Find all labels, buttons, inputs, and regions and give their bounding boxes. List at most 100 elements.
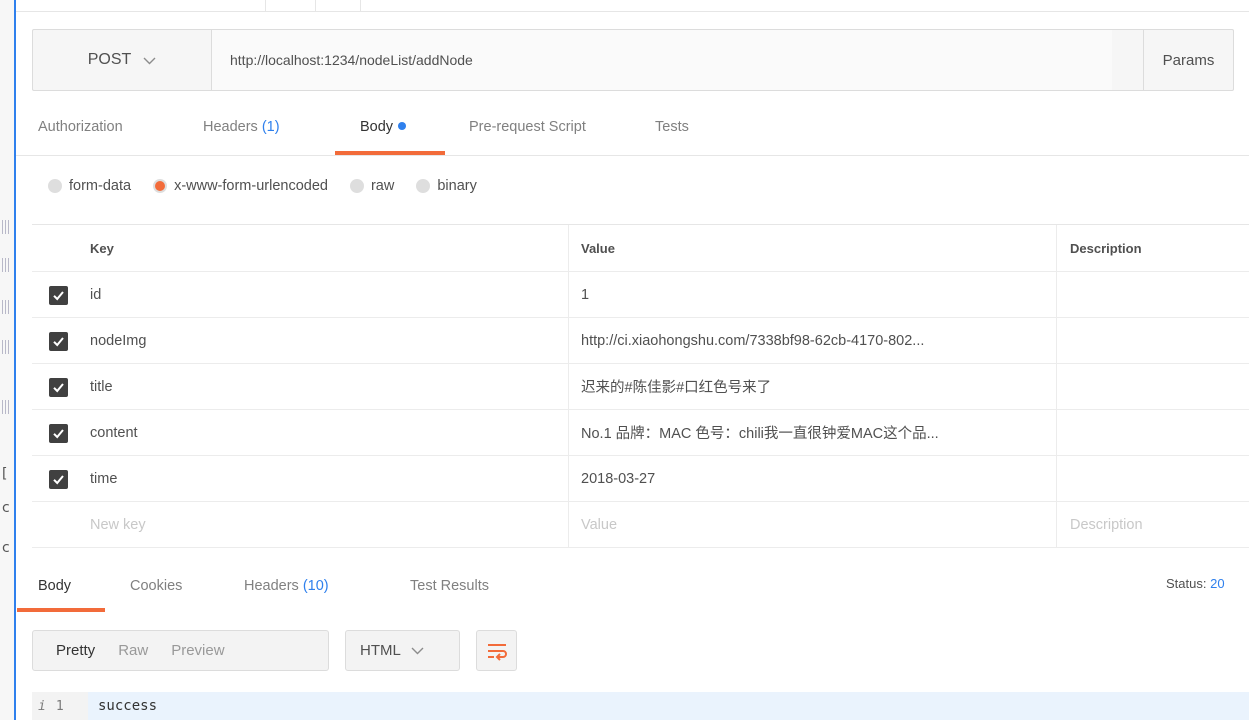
tab-authorization[interactable]: Authorization <box>38 119 123 135</box>
column-divider <box>568 272 569 317</box>
check-icon <box>53 475 64 485</box>
row-description[interactable] <box>1070 272 1249 317</box>
tab-body-label: Body <box>360 119 394 135</box>
column-divider <box>568 456 569 501</box>
table-row: time 2018-03-27 <box>32 456 1249 502</box>
request-url-bar: POST http://localhost:1234/nodeList/addN… <box>32 29 1234 91</box>
top-tab[interactable] <box>266 0 316 12</box>
wrap-lines-button[interactable] <box>476 630 517 671</box>
column-header-value: Value <box>581 240 615 256</box>
params-button[interactable]: Params <box>1143 30 1233 90</box>
method-label: POST <box>87 51 132 68</box>
row-value[interactable]: No.1 品牌：MAC 色号：chili我一直很钟爱MAC这个品... <box>581 410 1057 455</box>
response-code-line[interactable]: success <box>88 692 1249 720</box>
strip-glyph: c <box>2 540 10 556</box>
line-number: 1 <box>55 698 64 714</box>
radio-selected-icon <box>153 179 168 193</box>
wrap-lines-icon <box>487 643 507 661</box>
active-response-tab-indicator <box>17 608 105 612</box>
row-checkbox[interactable] <box>49 378 68 397</box>
strip-mark <box>2 340 10 354</box>
table-header-row: Key Value Description <box>32 225 1249 272</box>
row-description[interactable] <box>1070 410 1249 455</box>
tab-prerequest-script[interactable]: Pre-request Script <box>469 119 586 135</box>
response-tab-body[interactable]: Body <box>38 578 71 594</box>
headers-count: (1) <box>261 119 280 135</box>
pretty-button[interactable]: Pretty <box>33 642 95 659</box>
check-icon <box>53 291 64 301</box>
info-icon: i <box>38 698 46 714</box>
row-value[interactable]: 1 <box>581 272 1057 317</box>
radio-label: form-data <box>69 178 132 194</box>
row-checkbox[interactable] <box>49 286 68 305</box>
status-label: Status: <box>1166 576 1207 591</box>
table-row: content No.1 品牌：MAC 色号：chili我一直很钟爱MAC这个品… <box>32 410 1249 456</box>
tab-tests[interactable]: Tests <box>655 119 689 135</box>
row-key[interactable]: nodeImg <box>90 318 566 363</box>
new-value-input[interactable]: Value <box>581 502 1057 547</box>
row-checkbox[interactable] <box>49 424 68 443</box>
table-row: title 迟来的#陈佳影#口红色号来了 <box>32 364 1249 410</box>
row-value[interactable]: 迟来的#陈佳影#口红色号来了 <box>581 364 1057 409</box>
tab-headers-label: Headers <box>203 119 258 135</box>
response-tab-cookies[interactable]: Cookies <box>130 578 182 594</box>
strip-mark <box>2 300 10 314</box>
chevron-down-icon <box>411 643 424 658</box>
column-header-description: Description <box>1070 240 1142 256</box>
tab-headers[interactable]: Headers (1) <box>203 119 280 135</box>
new-row: New key Value Description <box>32 502 1249 548</box>
radio-form-data[interactable]: form-data <box>48 178 131 194</box>
radio-binary[interactable]: binary <box>416 178 477 194</box>
row-checkbox[interactable] <box>49 470 68 489</box>
radio-label: binary <box>437 178 477 194</box>
strip-mark <box>2 258 10 272</box>
tab-body[interactable]: Body <box>360 119 407 135</box>
chevron-down-icon <box>143 53 156 68</box>
radio-label: raw <box>370 178 395 194</box>
row-key[interactable]: content <box>90 410 566 455</box>
response-format-group: Pretty Raw Preview <box>32 630 329 671</box>
language-select[interactable]: HTML <box>345 630 460 671</box>
row-value[interactable]: 2018-03-27 <box>581 456 1057 501</box>
row-key[interactable]: time <box>90 456 566 501</box>
modified-dot-icon <box>398 122 407 130</box>
column-divider <box>1056 272 1057 317</box>
top-tab-strip <box>16 0 1249 12</box>
row-key[interactable]: id <box>90 272 566 317</box>
left-side-strip: [ c c <box>0 0 14 720</box>
check-icon <box>53 337 64 347</box>
strip-glyph: [ <box>2 466 8 482</box>
top-tab[interactable] <box>16 0 266 12</box>
row-description[interactable] <box>1070 318 1249 363</box>
status-code[interactable]: 20 <box>1210 576 1224 591</box>
column-divider <box>568 318 569 363</box>
radio-raw[interactable]: raw <box>349 178 395 194</box>
row-description[interactable] <box>1070 456 1249 501</box>
active-tab-indicator <box>335 151 445 155</box>
new-description-input[interactable]: Description <box>1070 502 1249 547</box>
row-key[interactable]: title <box>90 364 566 409</box>
url-input[interactable]: http://localhost:1234/nodeList/addNode <box>212 30 1112 90</box>
column-header-key: Key <box>90 240 114 256</box>
top-tab[interactable] <box>316 0 361 12</box>
row-checkbox[interactable] <box>49 332 68 351</box>
request-tabs: Authorization Headers (1) Body Pre-reque… <box>16 108 1249 156</box>
response-tab-headers-label: Headers <box>244 578 299 594</box>
row-value[interactable]: http://ci.xiaohongshu.com/7338bf98-62cb-… <box>581 318 1057 363</box>
column-divider <box>1056 502 1057 547</box>
raw-button[interactable]: Raw <box>95 642 148 659</box>
table-row: id 1 <box>32 272 1249 318</box>
column-divider <box>1056 456 1057 501</box>
response-tab-headers[interactable]: Headers (10) <box>244 578 329 594</box>
row-description[interactable] <box>1070 364 1249 409</box>
method-select[interactable]: POST <box>33 30 212 90</box>
preview-button[interactable]: Preview <box>148 642 224 659</box>
language-label: HTML <box>360 642 401 659</box>
new-key-input[interactable]: New key <box>90 502 566 547</box>
radio-label: x-www-form-urlencoded <box>174 178 328 194</box>
radio-x-www-form-urlencoded[interactable]: x-www-form-urlencoded <box>153 178 328 194</box>
column-divider <box>1056 364 1057 409</box>
radio-icon <box>48 179 62 193</box>
check-icon <box>53 383 64 393</box>
response-tab-test-results[interactable]: Test Results <box>410 578 489 594</box>
